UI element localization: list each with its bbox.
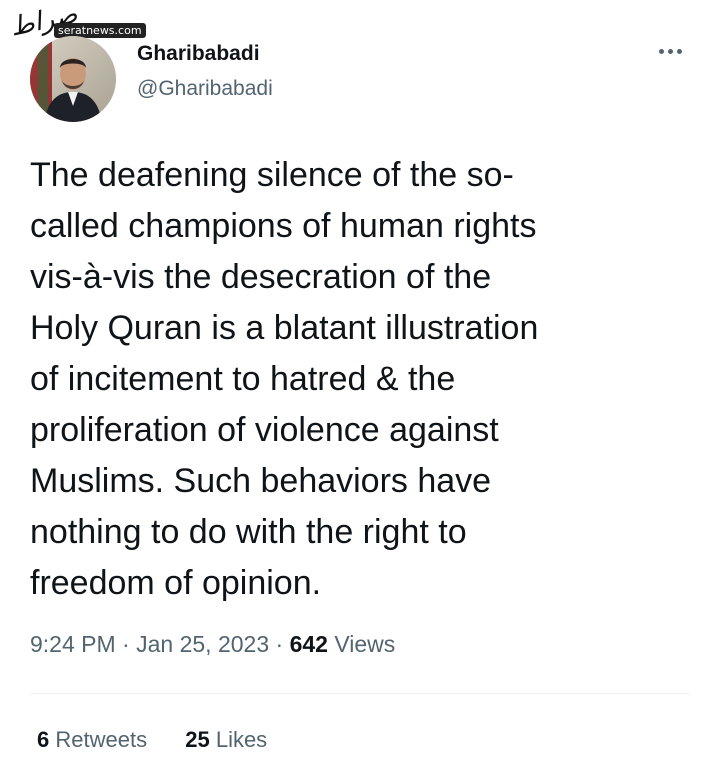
engagement-stats: 6 Retweets 25 Likes (37, 727, 299, 753)
avatar-image (30, 36, 116, 122)
avatar[interactable] (30, 36, 116, 122)
more-horizontal-icon[interactable] (650, 36, 690, 66)
likes-label: Likes (215, 727, 268, 752)
tweet-text: The deafening silence of the so- called … (30, 156, 539, 602)
likes-count: 25 (185, 727, 210, 752)
retweets-stat[interactable]: 6 Retweets (37, 727, 147, 753)
user-handle[interactable]: @Gharibabadi (137, 77, 273, 101)
meta-separator: · (122, 631, 130, 657)
display-name[interactable]: Gharibabadi (137, 42, 260, 66)
meta-separator: · (275, 631, 284, 657)
retweets-label: Retweets (55, 727, 148, 752)
tweet-date[interactable]: Jan 25, 2023 (136, 631, 269, 657)
tweet-meta: 9:24 PM · Jan 25, 2023 · 642 Views (30, 631, 395, 658)
views-label: Views (334, 631, 396, 657)
tweet-card: صراط seratnews.com Gharibabadi @Gharibab… (0, 0, 716, 769)
tweet-time[interactable]: 9:24 PM (30, 631, 116, 657)
likes-stat[interactable]: 25 Likes (185, 727, 267, 753)
more-dot (667, 48, 673, 54)
more-dot (658, 48, 664, 54)
views-count: 642 (289, 631, 328, 657)
divider (30, 693, 690, 694)
retweets-count: 6 (37, 727, 50, 752)
more-dot (676, 48, 682, 54)
